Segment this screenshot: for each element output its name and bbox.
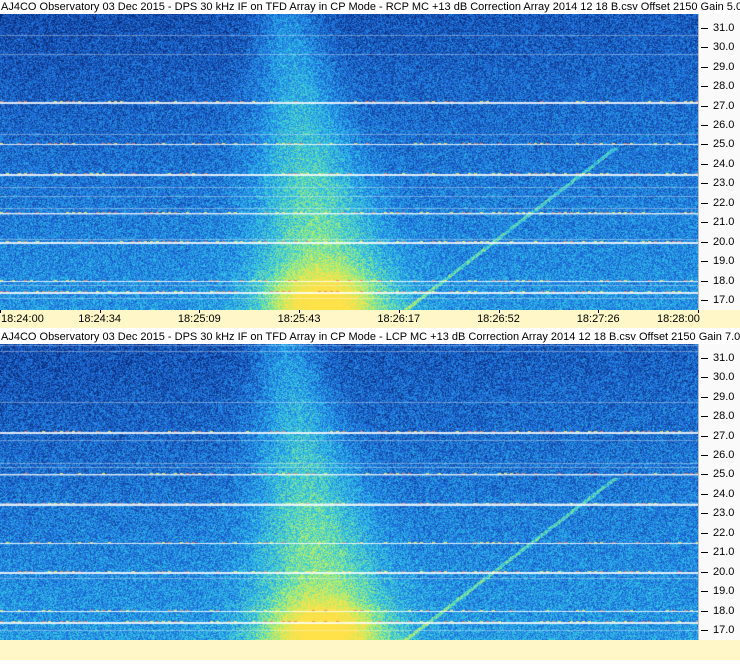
y-tick-label: 27.0 xyxy=(713,99,735,112)
y-tick-mark xyxy=(701,455,708,456)
y-tick-mark xyxy=(701,571,708,573)
y-tick-label: 29.0 xyxy=(713,60,735,73)
rcp-panel: AJ4CO Observatory 03 Dec 2015 - DPS 30 k… xyxy=(0,0,740,330)
y-tick-label: 30.0 xyxy=(713,371,735,384)
y-tick-mark xyxy=(701,474,708,476)
y-tick-mark xyxy=(701,241,708,243)
y-axis: 31.0 30.0 29.0 28.0 27.0 26.0 25.0 24.0 23.0 22.0… xyxy=(698,14,740,310)
y-tick-mark xyxy=(701,261,708,263)
y-tick-label: 19.0 xyxy=(713,255,735,268)
y-tick-label: 27.0 xyxy=(713,429,735,442)
y-tick-label: 21.0 xyxy=(713,546,735,559)
x-tick-label: 18:24:34 xyxy=(78,313,122,325)
y-tick-label: 25.0 xyxy=(713,138,735,151)
y-tick-mark xyxy=(701,377,708,379)
y-tick-label: 18.0 xyxy=(713,604,735,617)
y-tick-mark xyxy=(701,513,708,515)
y-tick-label: 23.0 xyxy=(713,177,735,190)
y-tick-mark xyxy=(701,66,708,68)
chart-title: AJ4CO Observatory 03 Dec 2015 - DPS 30 k… xyxy=(0,0,740,14)
y-tick-label: 28.0 xyxy=(713,80,735,93)
y-tick-label: 31.0 xyxy=(713,21,735,34)
y-tick-mark xyxy=(701,280,708,282)
spectrogram-lcp xyxy=(0,344,698,640)
y-tick-label: 17.0 xyxy=(713,624,735,637)
y-tick-label: 18.0 xyxy=(713,274,735,287)
y-tick-label: 22.0 xyxy=(713,196,735,209)
y-tick-mark xyxy=(701,552,708,554)
x-tick-label: 18:25:43 xyxy=(277,313,321,325)
y-tick-mark xyxy=(701,47,708,49)
lcp-panel: AJ4CO Observatory 03 Dec 2015 - DPS 30 k… xyxy=(0,330,740,664)
y-tick-label: 17.0 xyxy=(713,294,735,307)
y-tick-mark xyxy=(701,300,708,302)
y-tick-mark xyxy=(701,27,708,29)
x-tick-label: 18:25:09 xyxy=(177,313,221,325)
y-tick-label: 26.0 xyxy=(713,119,735,131)
y-tick-mark xyxy=(701,416,708,418)
x-tick-label: 18:26:17 xyxy=(377,313,421,325)
x-tick-label: 18:26:52 xyxy=(477,313,520,325)
y-tick-mark xyxy=(701,125,708,126)
y-tick-mark xyxy=(701,222,708,224)
x-tick-label: 18:24:00 xyxy=(1,313,44,325)
y-tick-label: 19.0 xyxy=(713,585,735,598)
x-tick-label: 18:28:00 xyxy=(657,313,700,325)
y-tick-label: 30.0 xyxy=(713,41,735,54)
x-tick-label: 18:27:26 xyxy=(576,313,620,325)
spectrogram-rcp xyxy=(0,14,698,310)
y-tick-mark xyxy=(701,630,708,632)
y-tick-label: 21.0 xyxy=(713,216,735,229)
y-tick-mark xyxy=(701,357,708,359)
y-tick-mark xyxy=(701,591,708,593)
y-tick-mark xyxy=(701,86,708,88)
y-tick-label: 31.0 xyxy=(713,351,735,364)
y-tick-label: 22.0 xyxy=(713,526,735,539)
y-tick-label: 23.0 xyxy=(713,507,735,520)
chart-title: AJ4CO Observatory 03 Dec 2015 - DPS 30 k… xyxy=(0,330,740,344)
y-tick-label: 24.0 xyxy=(713,487,735,500)
y-tick-label: 20.0 xyxy=(713,235,735,248)
y-tick-label: 28.0 xyxy=(713,410,735,423)
y-tick-label: 20.0 xyxy=(713,565,735,578)
y-tick-mark xyxy=(701,493,708,495)
y-tick-label: 25.0 xyxy=(713,468,735,481)
y-tick-mark xyxy=(701,183,708,185)
y-tick-mark xyxy=(701,105,708,107)
y-tick-label: 24.0 xyxy=(713,157,735,170)
y-tick-mark xyxy=(701,163,708,165)
y-tick-mark xyxy=(701,202,708,204)
x-axis xyxy=(0,640,740,660)
y-tick-mark xyxy=(701,435,708,437)
y-tick-label: 29.0 xyxy=(713,390,735,403)
y-tick-mark xyxy=(701,610,708,612)
y-tick-mark xyxy=(701,532,708,534)
y-tick-mark xyxy=(701,396,708,398)
y-tick-mark xyxy=(701,144,708,146)
y-axis: 31.0 30.0 29.0 28.0 27.0 26.0 25.0 24.0 23.0 22.0… xyxy=(698,344,740,640)
x-axis: 18:24:00 18:24:34 18:25:09 18:25:43 18:26:17… xyxy=(0,310,740,328)
y-tick-label: 26.0 xyxy=(713,449,735,461)
